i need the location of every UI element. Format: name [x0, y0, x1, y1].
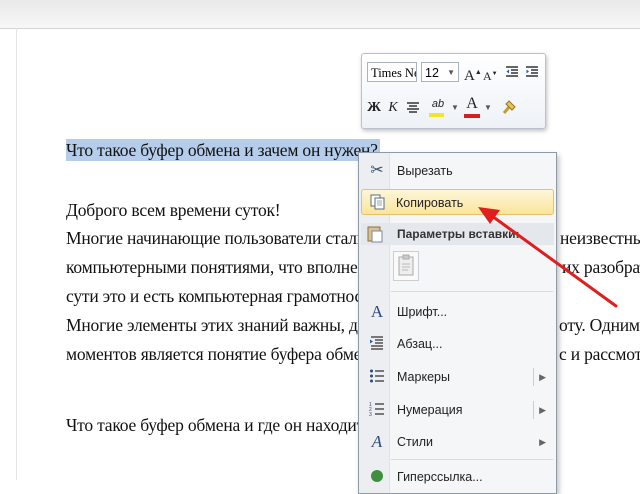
chevron-down-icon[interactable]: ▼ — [447, 63, 455, 83]
decrease-indent-button[interactable] — [504, 62, 520, 82]
menu-heading-label: Параметры вставки: — [397, 227, 520, 241]
hyperlink-icon — [367, 468, 387, 486]
highlight-icon: ab — [431, 98, 445, 110]
copy-icon — [368, 194, 388, 212]
document-line-fragment[interactable]: их разобрать — [562, 257, 640, 278]
menu-item-label: Гиперссылка... — [397, 470, 483, 484]
document-line-fragment[interactable]: оту. Одним — [559, 315, 640, 336]
menu-item-paragraph[interactable]: Абзац... — [361, 331, 554, 357]
paragraph-icon — [367, 335, 387, 353]
bullets-icon — [367, 368, 387, 386]
font-icon: A — [370, 302, 384, 321]
document-line[interactable]: Что такое буфер обмена и где он находит — [66, 415, 364, 436]
document-line[interactable]: Многие начинающие пользователи сталк — [66, 228, 365, 249]
font-size-value: 12 — [425, 66, 439, 80]
bold-button[interactable]: Ж — [367, 98, 381, 118]
font-color-bar — [464, 114, 480, 118]
decrease-indent-icon — [506, 66, 518, 77]
selected-text[interactable]: Что такое буфер обмена и зачем он нужен? — [66, 139, 380, 161]
paste-keep-text-option[interactable] — [393, 251, 419, 281]
chevron-right-icon[interactable]: ▶ — [539, 397, 546, 423]
format-painter-icon — [502, 100, 516, 114]
increase-indent-icon — [526, 66, 538, 77]
center-align-button[interactable] — [405, 98, 421, 118]
menu-separator — [391, 291, 553, 292]
menu-item-styles[interactable]: A Стили ▶ — [361, 429, 554, 455]
mini-toolbar: Times Ne 12 ▼ A▲ A▼ Ж К ab ▼ A ▼ — [361, 53, 546, 129]
paste-clipboard-icon — [398, 254, 414, 276]
menu-item-bullets[interactable]: Маркеры ▶ — [361, 364, 554, 390]
menu-item-hyperlink[interactable]: Гиперссылка... — [361, 464, 554, 490]
format-painter-button[interactable] — [498, 96, 520, 116]
document-line-fragment[interactable]: с и рассмотр — [559, 344, 640, 365]
highlight-color-bar — [429, 113, 444, 117]
grow-font-button[interactable]: A▲ — [464, 62, 482, 84]
menu-item-label: Шрифт... — [397, 305, 448, 319]
menu-item-label: Абзац... — [397, 337, 443, 351]
menu-item-label: Стили — [397, 435, 434, 449]
page-edge — [16, 28, 17, 480]
font-color-dropdown-icon[interactable]: ▼ — [484, 98, 492, 118]
menu-item-cut[interactable]: ✂ Вырезать — [361, 158, 554, 184]
shrink-font-icon: A — [483, 69, 492, 83]
window-top-bar — [0, 0, 640, 29]
menu-item-label: Маркеры — [397, 370, 450, 384]
menu-separator — [391, 459, 553, 460]
center-align-icon — [407, 102, 419, 113]
highlight-dropdown-icon[interactable]: ▼ — [451, 98, 459, 118]
highlight-button[interactable]: ab — [426, 94, 450, 117]
menu-item-label: Копировать — [396, 196, 464, 210]
italic-button[interactable]: К — [386, 98, 400, 118]
numbering-icon: 1 2 3 — [367, 401, 387, 419]
chevron-right-icon[interactable]: ▶ — [539, 429, 546, 455]
scissors-icon: ✂ — [370, 162, 384, 179]
paste-icon — [367, 225, 383, 248]
submenu-divider — [533, 401, 534, 419]
document-line[interactable]: Многие элементы этих знаний важны, да — [66, 315, 365, 336]
document-line[interactable]: сути это и есть компьютерная грамотност — [66, 286, 370, 307]
document-line-fragment[interactable]: неизвестны — [560, 228, 640, 249]
font-color-button[interactable]: A — [462, 94, 482, 118]
submenu-divider — [533, 368, 534, 386]
document-line[interactable]: Доброго всем времени суток! — [66, 200, 281, 221]
context-menu: ✂ Вырезать Копировать Параметры вставки: — [358, 152, 557, 494]
styles-icon: A — [371, 432, 383, 451]
menu-item-copy[interactable]: Копировать — [361, 189, 554, 215]
shrink-font-button[interactable]: A▼ — [483, 64, 498, 84]
menu-item-font[interactable]: A Шрифт... — [361, 299, 554, 325]
document-heading[interactable]: Что такое буфер обмена и зачем он нужен? — [66, 139, 380, 161]
document-line[interactable]: моментов является понятие буфера обмен — [66, 344, 371, 365]
menu-item-label: Вырезать — [397, 164, 453, 178]
menu-item-numbering[interactable]: 1 2 3 Нумерация ▶ — [361, 397, 554, 423]
increase-indent-button[interactable] — [524, 62, 540, 82]
font-name-field[interactable]: Times Ne — [367, 62, 417, 82]
grow-font-icon: A — [464, 68, 475, 84]
font-color-icon: A — [466, 95, 478, 112]
svg-text:3: 3 — [369, 412, 372, 417]
menu-section-paste-options: Параметры вставки: — [361, 223, 554, 245]
chevron-right-icon[interactable]: ▶ — [539, 364, 546, 390]
menu-item-label: Нумерация — [397, 403, 463, 417]
font-size-field[interactable]: 12 ▼ — [421, 62, 459, 82]
document-line[interactable]: компьютерными понятиями, что вполне н — [66, 257, 371, 278]
